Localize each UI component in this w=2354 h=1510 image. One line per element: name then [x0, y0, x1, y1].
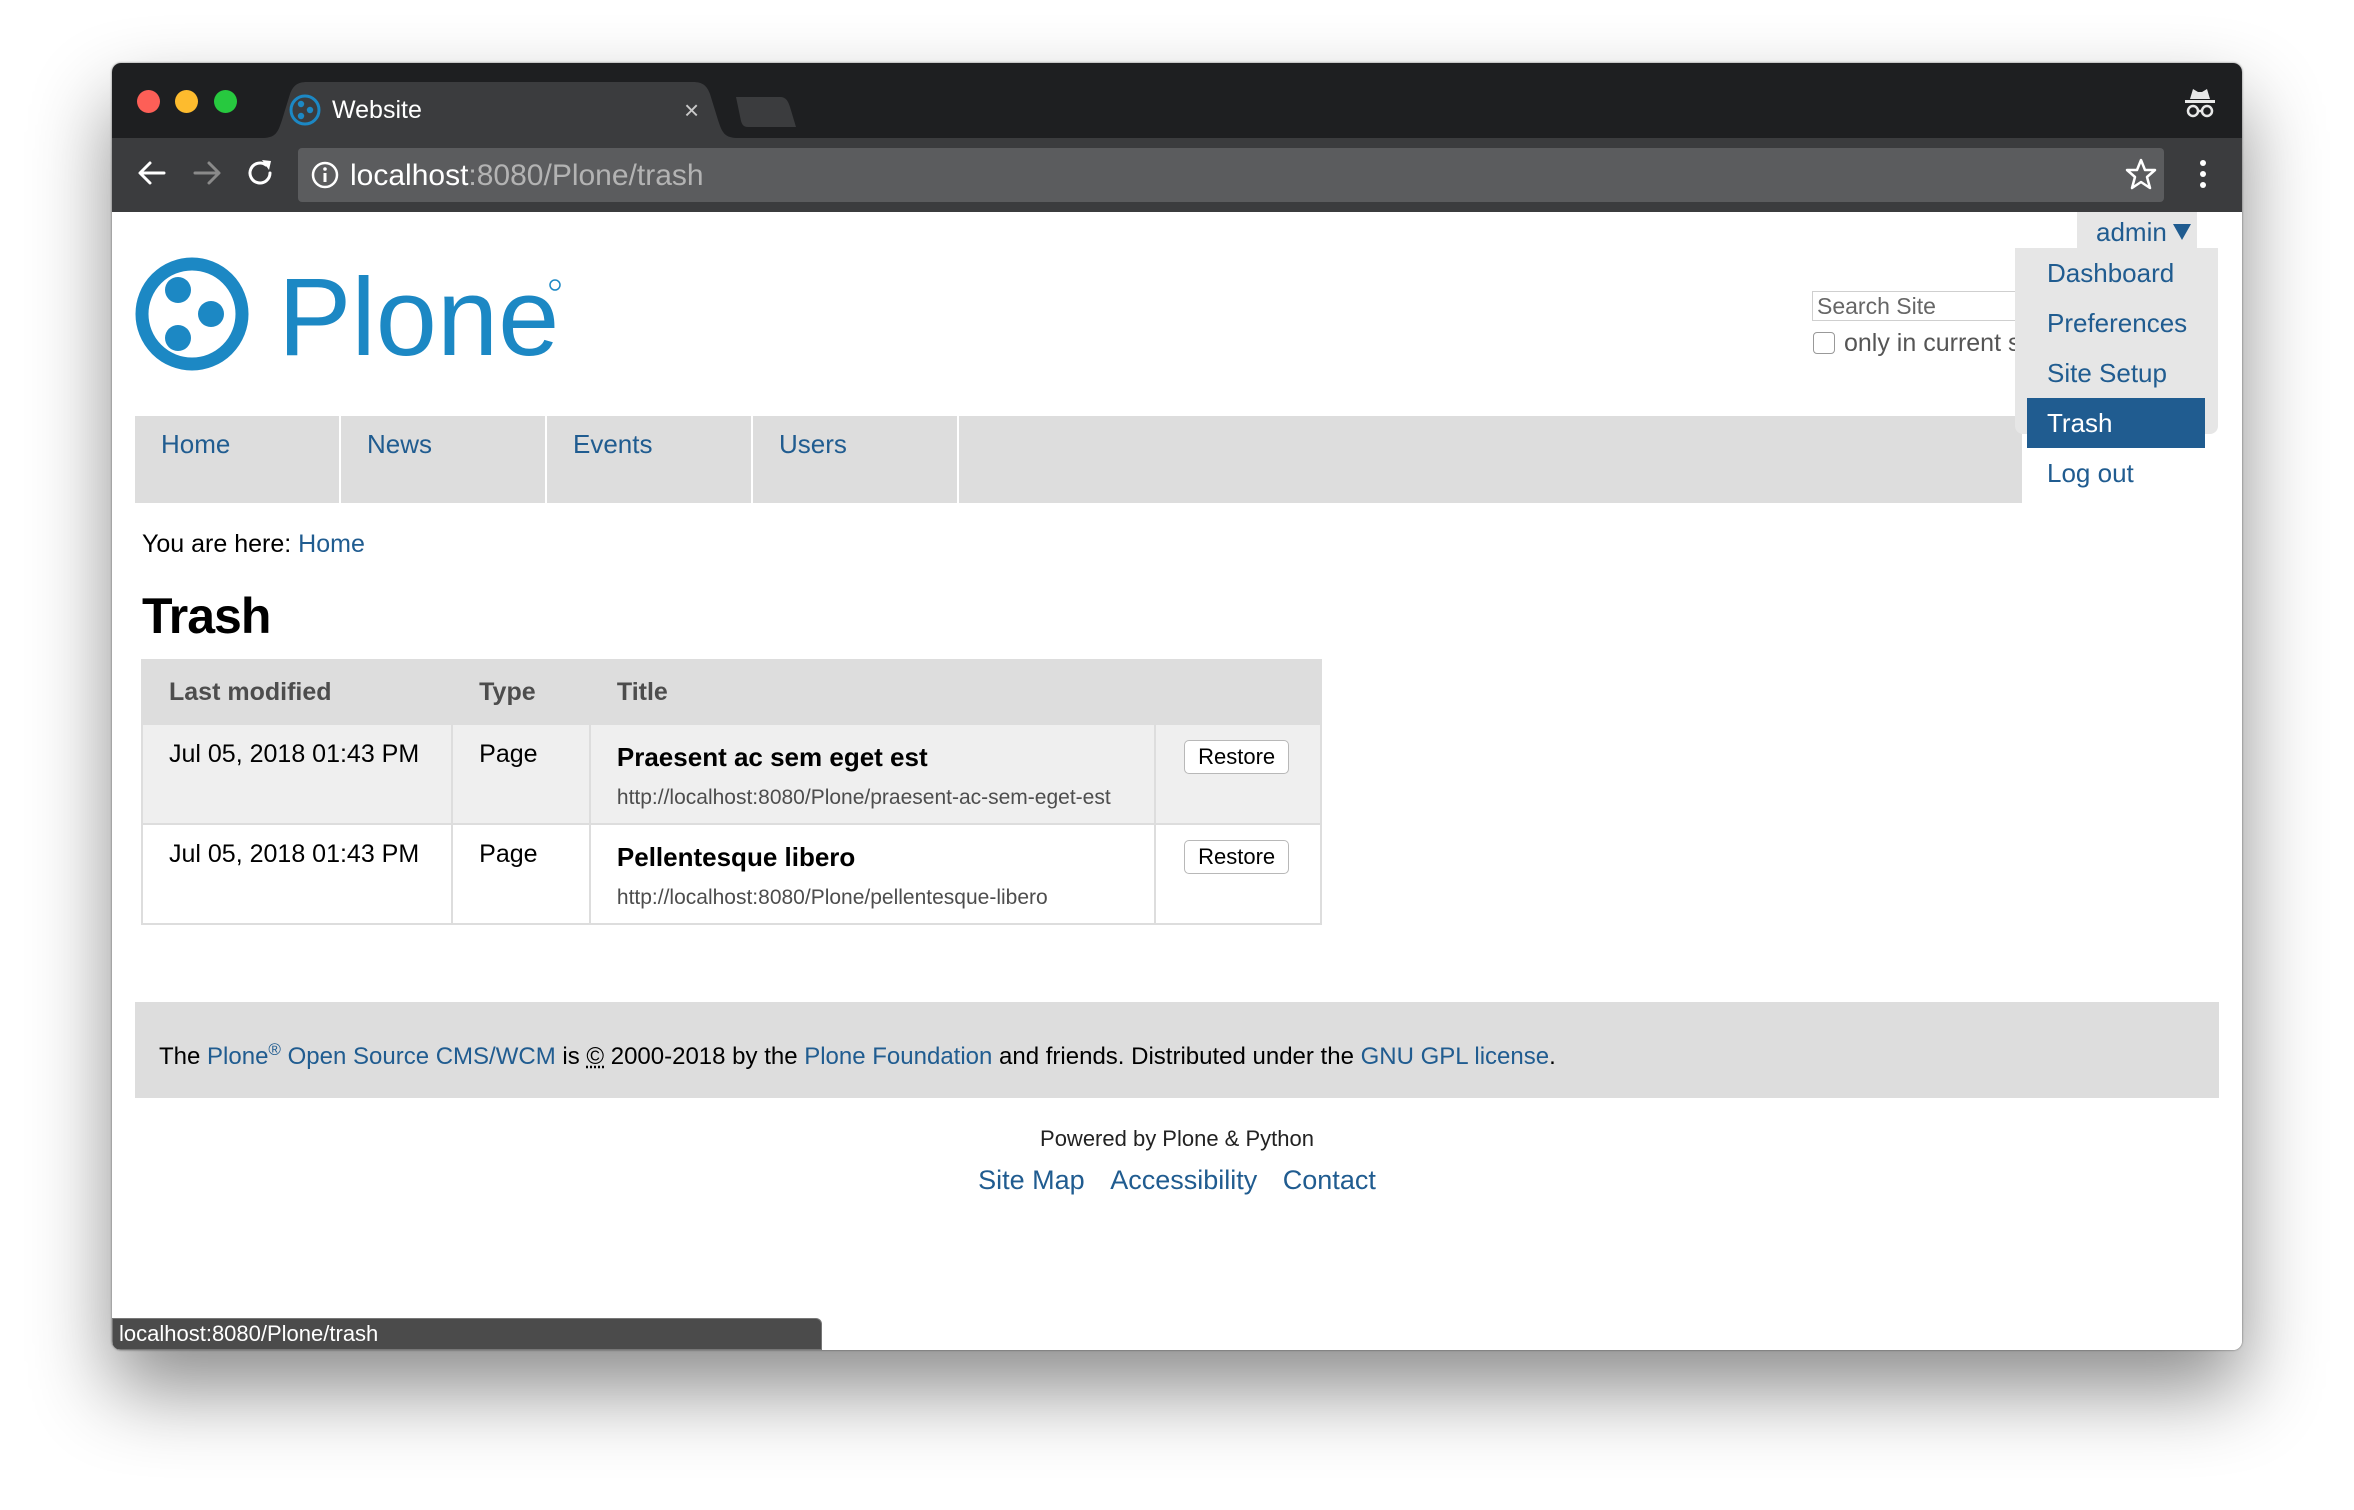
cell-action: Restore — [1154, 823, 1322, 925]
powered-by: Powered by Plone & Python — [1040, 1126, 1314, 1151]
restore-button[interactable]: Restore — [1184, 840, 1290, 874]
accessibility-link[interactable]: Accessibility — [1110, 1165, 1257, 1195]
footer-colophon: The Plone® Open Source CMS/WCM is © 2000… — [135, 1002, 2219, 1098]
item-url: http://localhost:8080/Plone/pellentesque… — [616, 886, 1048, 909]
incognito-icon — [2185, 89, 2215, 118]
search-input[interactable]: Search Site — [1812, 291, 2016, 321]
title-bar: Website × — [112, 63, 2242, 138]
nav-item-events[interactable]: Events — [547, 416, 753, 503]
open-source-link[interactable]: Open Source CMS/WCM — [288, 1043, 556, 1070]
info-icon[interactable] — [310, 160, 340, 190]
cell-title: Pellentesque libero http://localhost:808… — [588, 823, 1157, 925]
user-menu-dropdown: Dashboard Preferences Site Setup Trash L… — [2015, 248, 2218, 488]
new-tab-button[interactable] — [736, 97, 796, 127]
menu-item-dashboard[interactable]: Dashboard — [2027, 248, 2205, 298]
reload-icon[interactable] — [242, 155, 278, 191]
page-title: Trash — [142, 588, 271, 644]
table-row: Jul 05, 2018 01:43 PM Page Pellentesque … — [140, 823, 1322, 925]
table-row: Jul 05, 2018 01:43 PM Page Praesent ac s… — [140, 723, 1322, 825]
plone-favicon-icon — [289, 94, 321, 126]
cell-title: Praesent ac sem eget est http://localhos… — [588, 723, 1157, 825]
site-actions: Site Map Accessibility Contact — [112, 1162, 2242, 1198]
plone-link[interactable]: Plone — [207, 1043, 268, 1070]
trash-table: Last modified Type Title Jul 05, 2018 01… — [140, 659, 1322, 925]
caret-down-icon[interactable] — [2172, 223, 2192, 241]
tab-title: Website — [332, 96, 422, 124]
plone-logo[interactable]: Plone — [135, 257, 565, 377]
nav-item-users[interactable]: Users — [753, 416, 959, 503]
browser-window: Website × localhost:8080/Plone/trash Plo… — [112, 63, 2242, 1350]
item-title: Praesent ac sem eget est — [616, 742, 928, 772]
cell-action: Restore — [1154, 723, 1322, 825]
item-title: Pellentesque libero — [616, 842, 856, 872]
site-map-link[interactable]: Site Map — [978, 1165, 1085, 1195]
url-text[interactable]: localhost:8080/Plone/trash — [350, 156, 704, 196]
cell-type: Page — [451, 723, 591, 825]
nav-item-news[interactable]: News — [341, 416, 547, 503]
menu-item-preferences[interactable]: Preferences — [2027, 298, 2205, 348]
back-arrow-icon[interactable] — [134, 155, 170, 191]
breadcrumb-home-link[interactable]: Home — [298, 530, 365, 558]
status-bar: localhost:8080/Plone/trash — [112, 1318, 822, 1350]
only-current-section-checkbox[interactable] — [1813, 332, 1835, 354]
contact-link[interactable]: Contact — [1283, 1165, 1376, 1195]
breadcrumb: You are here: Home — [142, 527, 365, 561]
global-navigation: Home News Events Users — [135, 416, 2022, 503]
column-header-title[interactable]: Title — [588, 659, 1157, 725]
column-header-type[interactable]: Type — [451, 659, 591, 725]
maximize-window-button[interactable] — [214, 90, 237, 113]
only-current-section-label: only in current section — [1844, 329, 2016, 357]
nav-item-home[interactable]: Home — [135, 416, 341, 503]
menu-item-site-setup[interactable]: Site Setup — [2027, 348, 2205, 398]
breadcrumb-prefix: You are here: — [142, 530, 292, 558]
logo-wordmark: Plone — [278, 257, 559, 377]
bookmark-star-icon[interactable] — [2124, 157, 2158, 191]
item-url: http://localhost:8080/Plone/praesent-ac-… — [616, 786, 1111, 809]
cell-type: Page — [451, 823, 591, 925]
restore-button[interactable]: Restore — [1184, 740, 1290, 774]
tab-close-icon[interactable]: × — [684, 93, 699, 127]
page-content: Plone Search Site only in current sectio… — [112, 212, 2242, 1350]
table-header-row: Last modified Type Title — [140, 659, 1322, 725]
cell-modified: Jul 05, 2018 01:43 PM — [140, 823, 454, 925]
column-header-actions — [1154, 659, 1322, 725]
footer-text: The Plone® Open Source CMS/WCM is © 2000… — [159, 1040, 1556, 1070]
menu-item-log-out[interactable]: Log out — [2027, 448, 2205, 498]
browser-menu-icon[interactable] — [2198, 159, 2208, 189]
forward-arrow-icon[interactable] — [189, 155, 225, 191]
plone-foundation-link[interactable]: Plone Foundation — [804, 1043, 992, 1070]
gpl-license-link[interactable]: GNU GPL license — [1361, 1043, 1550, 1070]
user-name[interactable]: admin — [2096, 217, 2167, 247]
column-header-last-modified[interactable]: Last modified — [140, 659, 454, 725]
cell-modified: Jul 05, 2018 01:43 PM — [140, 723, 454, 825]
minimize-window-button[interactable] — [175, 90, 198, 113]
menu-item-trash[interactable]: Trash — [2027, 398, 2205, 448]
close-window-button[interactable] — [137, 90, 160, 113]
